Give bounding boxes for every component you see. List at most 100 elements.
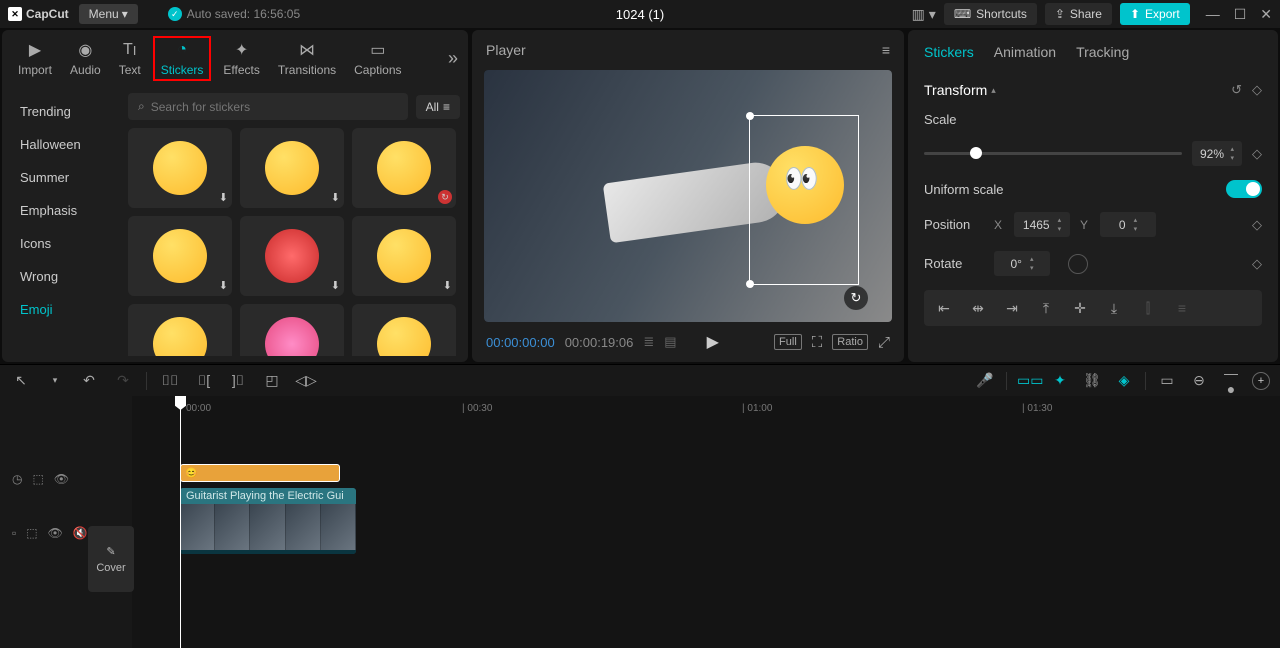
reset-icon[interactable]: ↺	[1231, 82, 1242, 98]
mic-icon[interactable]: 🎤	[974, 372, 996, 389]
placed-sticker[interactable]	[766, 146, 844, 224]
share-button[interactable]: ⇪ Share	[1045, 3, 1112, 25]
lock-icon[interactable]: ⬚	[32, 472, 43, 486]
tab-text[interactable]: TIText	[113, 38, 147, 79]
zoom-fit[interactable]: ▭	[1156, 372, 1178, 389]
cat-icons[interactable]: Icons	[2, 227, 120, 260]
scale-value[interactable]: 92%▴▾	[1192, 141, 1242, 166]
undo-button[interactable]: ↶	[78, 372, 100, 389]
magnet-icon[interactable]: ▭▭	[1017, 372, 1039, 389]
zoom-out[interactable]: ⊖	[1188, 372, 1210, 389]
align-top[interactable]: ⤒	[1032, 296, 1060, 320]
cat-emphasis[interactable]: Emphasis	[2, 194, 120, 227]
rotate-input[interactable]: 0°▴▾	[994, 251, 1050, 276]
align-vcenter[interactable]: ✛	[1066, 296, 1094, 320]
video-icon[interactable]: ▫	[12, 526, 16, 540]
full-button[interactable]: Full	[774, 334, 802, 350]
export-button[interactable]: ⬆ Export	[1120, 3, 1190, 25]
maximize-button[interactable]: ☐	[1234, 6, 1247, 23]
tab-stickers[interactable]: ◔Stickers	[153, 36, 212, 81]
scale-slider[interactable]	[924, 152, 1182, 155]
tab-captions[interactable]: ▭Captions	[348, 38, 407, 79]
close-button[interactable]: ✕	[1260, 6, 1272, 23]
search-input[interactable]	[151, 100, 398, 114]
sticker-item[interactable]: ⬇	[128, 128, 232, 208]
pos-y-input[interactable]: 0▴▾	[1100, 212, 1156, 237]
align-hcenter[interactable]: ⇹	[964, 296, 992, 320]
cat-wrong[interactable]: Wrong	[2, 260, 120, 293]
expand-tabs-icon[interactable]: »	[448, 48, 458, 69]
stepper-icon[interactable]: ▴▾	[1230, 145, 1234, 162]
eye-icon[interactable]: 👁	[48, 526, 63, 540]
mute-icon[interactable]: 🔇	[73, 526, 88, 540]
sticker-item[interactable]: ⬇	[128, 304, 232, 356]
sticker-item[interactable]: ⬇	[128, 216, 232, 296]
sticker-item[interactable]: ⬇	[240, 304, 344, 356]
sticker-item[interactable]: ⬇	[240, 216, 344, 296]
align-left[interactable]: ⇤	[930, 296, 958, 320]
trim-left[interactable]: ⌷[	[193, 372, 215, 389]
tab-audio[interactable]: ◉Audio	[64, 38, 107, 79]
sticker-item[interactable]: ⬇	[352, 216, 456, 296]
layout-icon[interactable]: ▥ ▾	[912, 6, 936, 23]
align-right[interactable]: ⇥	[998, 296, 1026, 320]
shortcuts-button[interactable]: ⌨ Shortcuts	[944, 3, 1037, 25]
cursor-tool[interactable]: ↖	[10, 372, 32, 389]
tab-transitions[interactable]: ⋈Transitions	[272, 38, 342, 79]
pos-x-input[interactable]: 1465▴▾	[1014, 212, 1070, 237]
cover-button[interactable]: ✎ Cover	[88, 526, 134, 592]
cat-halloween[interactable]: Halloween	[2, 128, 120, 161]
insp-tab-stickers[interactable]: Stickers	[924, 44, 974, 60]
zoom-slider[interactable]: —●	[1220, 365, 1242, 397]
play-button[interactable]: ▶	[707, 332, 719, 352]
crop-icon[interactable]: ⛶	[812, 334, 823, 351]
filter-all[interactable]: All ≡	[416, 95, 460, 119]
insp-tab-tracking[interactable]: Tracking	[1076, 44, 1129, 60]
eye-icon[interactable]: 👁	[54, 472, 69, 486]
collapse-icon[interactable]: ▴	[991, 85, 996, 96]
list2-icon[interactable]: ▤	[664, 334, 676, 350]
player-menu-icon[interactable]: ≡	[882, 42, 890, 58]
sticker-item[interactable]: ⬇	[240, 128, 344, 208]
sticker-item[interactable]: ⬇	[352, 304, 456, 356]
link-icon[interactable]: ⛓	[1081, 372, 1103, 389]
ratio-button[interactable]: Ratio	[832, 334, 868, 350]
search-box[interactable]: ⌕	[128, 93, 408, 120]
clock-icon[interactable]: ◷	[12, 472, 22, 486]
crop-button[interactable]: ◰	[261, 372, 283, 389]
split-button[interactable]: ⌷⌷	[159, 372, 181, 389]
keyframe-icon[interactable]: ◇	[1252, 146, 1262, 162]
rotate-dial-icon[interactable]	[1068, 254, 1088, 274]
snap-icon[interactable]: ✦	[1049, 372, 1071, 389]
playhead[interactable]	[180, 396, 181, 648]
sticker-item[interactable]: ↻	[352, 128, 456, 208]
insp-tab-animation[interactable]: Animation	[994, 44, 1056, 60]
keyframe-icon[interactable]: ◇	[1252, 82, 1262, 98]
lock-icon[interactable]: ⬚	[26, 526, 37, 540]
cat-summer[interactable]: Summer	[2, 161, 120, 194]
sticker-reload-icon[interactable]: ↻	[844, 286, 868, 310]
sticker-selection-box[interactable]	[749, 115, 859, 285]
redo-button[interactable]: ↷	[112, 372, 134, 389]
align-bottom[interactable]: ⤓	[1100, 296, 1128, 320]
cursor-dropdown[interactable]: ▾	[44, 375, 66, 386]
trim-right[interactable]: ]⌷	[227, 372, 249, 389]
menu-button[interactable]: Menu ▾	[79, 4, 138, 24]
uniform-toggle[interactable]	[1226, 180, 1262, 198]
mirror-button[interactable]: ◁▷	[295, 372, 317, 389]
tab-effects[interactable]: ✦Effects	[217, 38, 265, 79]
slider-thumb[interactable]	[970, 147, 982, 159]
keyframe-icon[interactable]: ◇	[1252, 256, 1262, 272]
timeline-tracks[interactable]: 00:00 | 00:30 | 01:00 | 01:30 😊 Guitaris…	[132, 396, 1280, 648]
preview-icon[interactable]: ◈	[1113, 372, 1135, 389]
player-canvas[interactable]: ↻	[484, 70, 892, 322]
list-icon[interactable]: ≣	[643, 334, 654, 350]
cat-trending[interactable]: Trending	[2, 95, 120, 128]
tab-import[interactable]: ▶Import	[12, 38, 58, 79]
cat-emoji[interactable]: Emoji	[2, 293, 120, 326]
zoom-in[interactable]: +	[1252, 372, 1270, 390]
fullscreen-icon[interactable]: ⤢	[878, 334, 890, 351]
timeline-ruler[interactable]: 00:00 | 00:30 | 01:00 | 01:30	[132, 396, 1280, 420]
minimize-button[interactable]: —	[1206, 6, 1220, 23]
video-clip[interactable]: Guitarist Playing the Electric Gui	[180, 488, 356, 554]
